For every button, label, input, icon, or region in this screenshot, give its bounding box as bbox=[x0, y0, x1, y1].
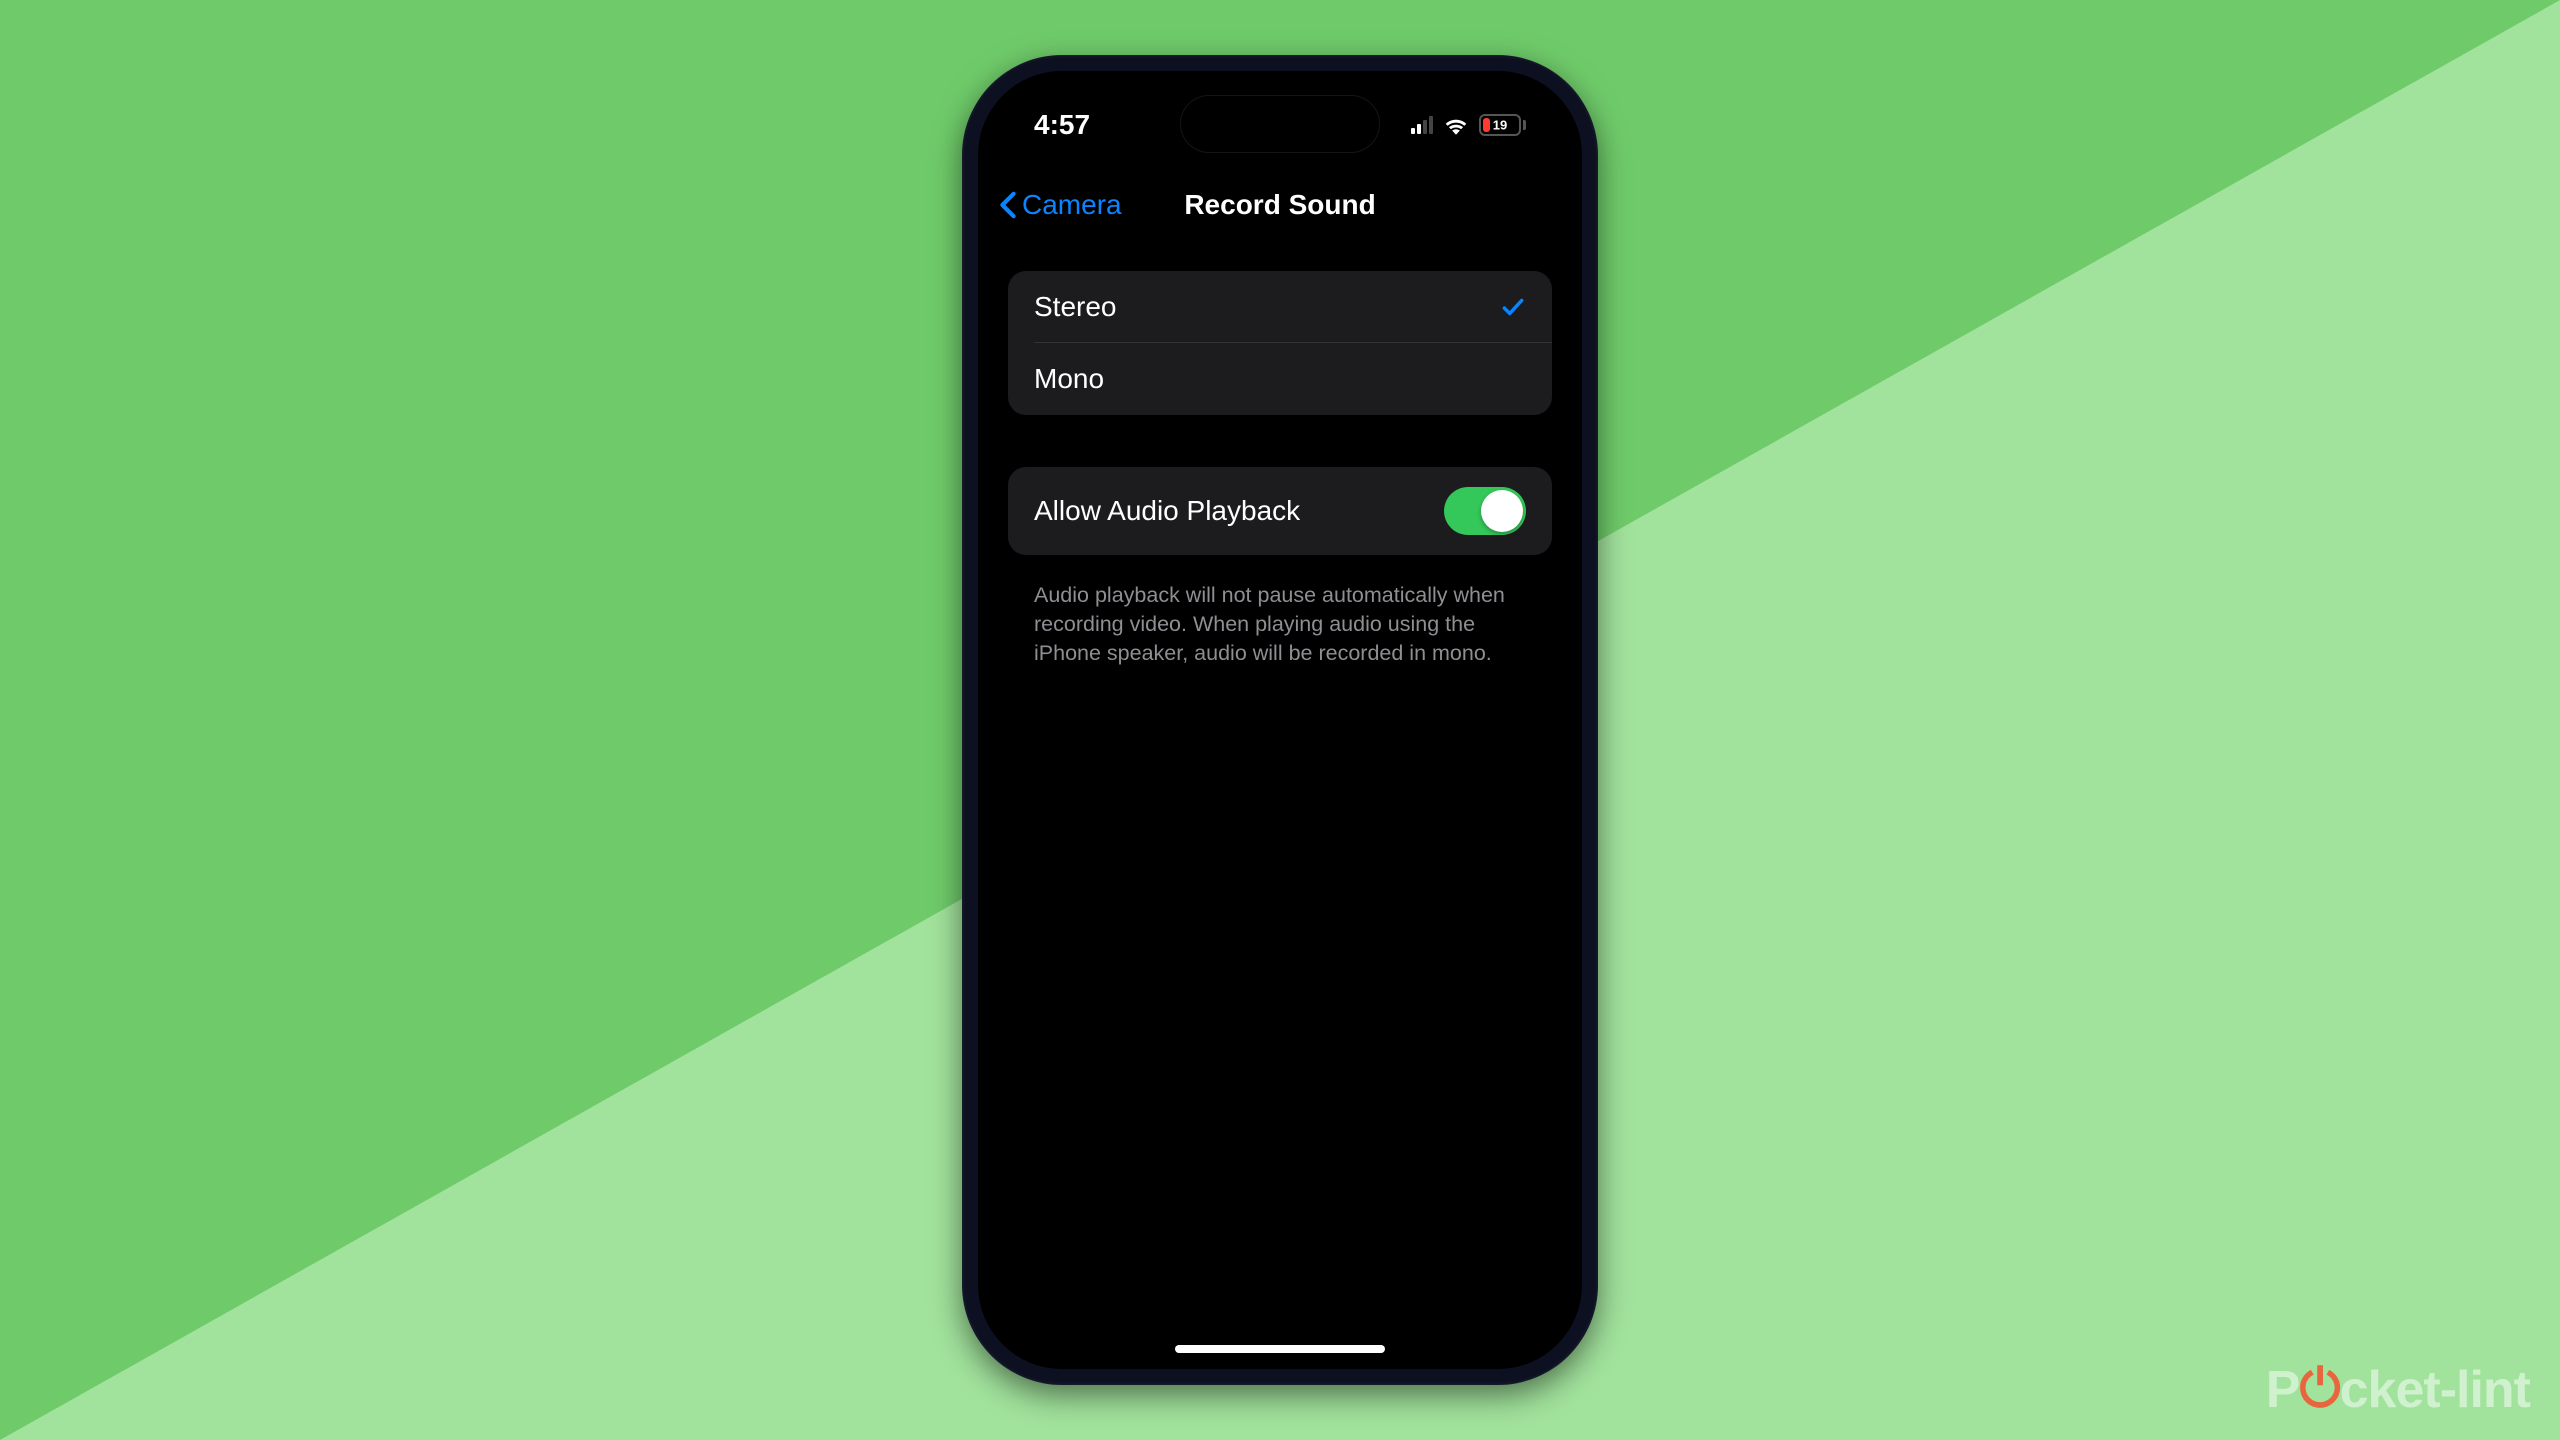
option-stereo-label: Stereo bbox=[1034, 291, 1117, 323]
watermark: P⏻cket-lint bbox=[2266, 1359, 2530, 1420]
phone-frame: 4:57 19 bbox=[962, 55, 1598, 1385]
chevron-back-icon bbox=[998, 191, 1018, 219]
dynamic-island bbox=[1180, 95, 1380, 153]
back-button[interactable]: Camera bbox=[998, 189, 1122, 221]
allow-audio-playback-row[interactable]: Allow Audio Playback bbox=[1008, 467, 1552, 555]
back-label: Camera bbox=[1022, 189, 1122, 221]
watermark-rest: cket-lint bbox=[2340, 1360, 2530, 1420]
status-right: 19 bbox=[1411, 114, 1526, 136]
wifi-icon bbox=[1443, 115, 1469, 135]
cellular-signal-icon bbox=[1411, 116, 1433, 134]
battery-icon: 19 bbox=[1479, 114, 1526, 136]
status-time: 4:57 bbox=[1034, 109, 1090, 141]
option-mono-label: Mono bbox=[1034, 363, 1104, 395]
page-title: Record Sound bbox=[1184, 189, 1375, 221]
option-stereo[interactable]: Stereo bbox=[1008, 271, 1552, 343]
option-mono[interactable]: Mono bbox=[1008, 343, 1552, 415]
checkmark-icon bbox=[1500, 294, 1526, 320]
playback-group: Allow Audio Playback bbox=[1008, 467, 1552, 555]
toggle-knob bbox=[1481, 490, 1523, 532]
phone-screen: 4:57 19 bbox=[978, 71, 1582, 1369]
battery-percentage: 19 bbox=[1493, 118, 1507, 133]
home-indicator[interactable] bbox=[1175, 1345, 1385, 1353]
watermark-p: P bbox=[2266, 1360, 2300, 1420]
power-icon: ⏻ bbox=[2299, 1359, 2339, 1420]
playback-footer-text: Audio playback will not pause automatica… bbox=[1008, 567, 1552, 668]
navigation-bar: Camera Record Sound bbox=[978, 169, 1582, 241]
sound-mode-group: Stereo Mono bbox=[1008, 271, 1552, 415]
allow-audio-playback-label: Allow Audio Playback bbox=[1034, 495, 1300, 527]
content-area: Stereo Mono Allow Audio Playback Audi bbox=[1008, 271, 1552, 668]
allow-audio-playback-toggle[interactable] bbox=[1444, 487, 1526, 535]
